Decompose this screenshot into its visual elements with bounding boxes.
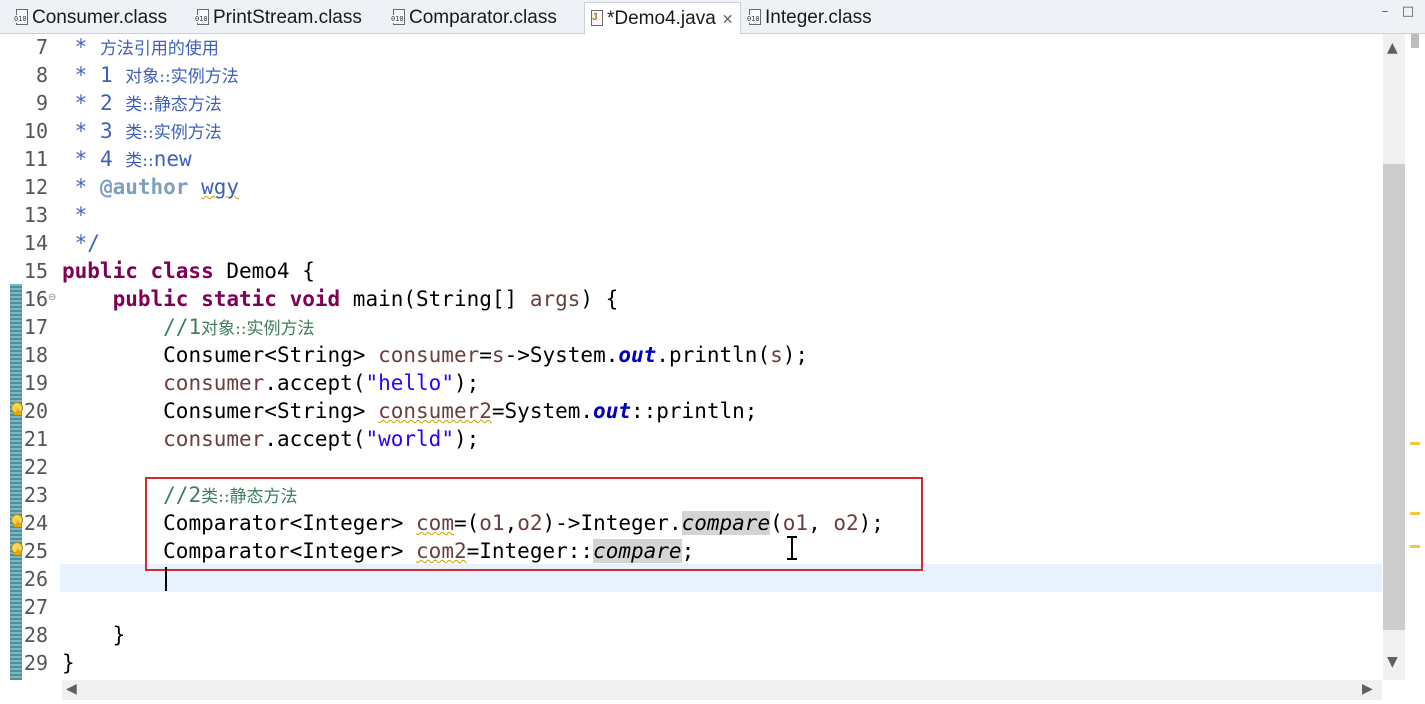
code-line: * 3 类::实例方法: [62, 119, 222, 143]
class-file-icon: 010: [747, 8, 763, 27]
tab-label: *Demo4.java: [607, 8, 716, 29]
tab-printstream-class[interactable]: 010 PrintStream.class: [195, 2, 362, 33]
line-number: 8: [35, 63, 48, 87]
line-number: 20: [23, 399, 48, 423]
fold-collapse-icon[interactable]: ⊖: [48, 292, 56, 303]
line-number: 26: [23, 567, 48, 591]
scroll-up-icon[interactable]: ▲: [1387, 40, 1398, 56]
line-number: 9: [35, 91, 48, 115]
text-caret: [165, 567, 167, 591]
code-line: */: [62, 231, 100, 255]
line-number: 10: [23, 119, 48, 143]
tab-label: Consumer.class: [32, 6, 168, 28]
class-file-icon: 010: [391, 8, 407, 27]
class-file-icon: 010: [14, 8, 30, 27]
code-line: * 2 类::静态方法: [62, 91, 222, 115]
tab-comparator-class[interactable]: 010 Comparator.class: [391, 2, 557, 33]
warning-marker[interactable]: [1410, 512, 1420, 515]
line-number: 28: [23, 623, 48, 647]
warning-marker[interactable]: [1410, 545, 1420, 548]
code-line: }: [112, 623, 126, 647]
code-line: * 4 类::new: [62, 147, 192, 171]
scroll-down-icon[interactable]: ▼: [1387, 654, 1398, 670]
ibeam-cursor-icon: [787, 536, 797, 560]
warning-marker[interactable]: [1410, 442, 1420, 445]
tab-consumer-class[interactable]: 010 Consumer.class: [14, 2, 167, 33]
line-number: 18: [23, 343, 48, 367]
code-line: consumer.accept("hello");: [163, 371, 480, 395]
scroll-left-icon[interactable]: ◀: [66, 681, 77, 697]
line-number: 27: [23, 595, 48, 619]
scroll-right-icon[interactable]: ▶: [1362, 681, 1373, 697]
close-tab-icon[interactable]: ✕: [722, 11, 734, 28]
horizontal-scrollbar[interactable]: [62, 680, 1382, 700]
line-number: 25: [23, 539, 48, 563]
code-line: }: [62, 651, 75, 675]
code-line: //1对象::实例方法: [163, 315, 315, 339]
code-line: Consumer<String> consumer=s->System.out.…: [163, 343, 809, 367]
java-file-icon: J: [589, 10, 605, 28]
red-annotation-box: [145, 477, 923, 571]
line-number: 29: [23, 651, 48, 675]
code-line: *: [62, 203, 88, 227]
line-number: 12: [23, 175, 48, 199]
line-number: 15: [23, 259, 48, 283]
overview-marker: [1411, 34, 1419, 48]
line-number: 22: [23, 455, 48, 479]
code-line: consumer.accept("world");: [163, 427, 480, 451]
line-number: 19: [23, 371, 48, 395]
minimize-icon[interactable]: –: [1377, 5, 1393, 19]
tab-label: Comparator.class: [409, 6, 557, 28]
line-number: 16: [23, 287, 48, 311]
line-number: 21: [23, 427, 48, 451]
code-line: * @author wgy: [62, 175, 240, 199]
line-number: 13: [23, 203, 48, 227]
tab-integer-class[interactable]: 010 Integer.class: [747, 2, 872, 33]
vertical-scrollbar-thumb[interactable]: [1383, 164, 1405, 630]
line-number: 11: [23, 147, 48, 171]
change-ruler: [10, 284, 22, 680]
line-number: 14: [23, 231, 48, 255]
editor-tab-bar: 010 Consumer.class 010 PrintStream.class…: [0, 0, 1425, 35]
tab-label: Integer.class: [765, 6, 872, 28]
tab-demo4-java[interactable]: J *Demo4.java ✕: [584, 2, 741, 35]
line-number: 23: [23, 483, 48, 507]
line-number: 7: [35, 35, 48, 59]
tab-label: PrintStream.class: [213, 6, 362, 28]
code-line: public class Demo4 {: [62, 259, 315, 283]
class-file-icon: 010: [195, 8, 211, 27]
line-number: 17: [23, 315, 48, 339]
code-line: public static void main(String[] args) {: [112, 287, 619, 311]
code-line: Consumer<String> consumer2=System.out::p…: [163, 399, 758, 423]
maximize-icon[interactable]: □: [1400, 5, 1416, 19]
code-editor[interactable]: ⊖ 7 8 9 10 11 12 13 14 15 16 17 18 19 20…: [0, 34, 1425, 680]
code-line: * 1 对象::实例方法: [62, 63, 239, 87]
overview-ruler[interactable]: [1405, 34, 1425, 680]
code-line: * 方法引用的使用: [62, 35, 219, 59]
line-number: 24: [23, 511, 48, 535]
